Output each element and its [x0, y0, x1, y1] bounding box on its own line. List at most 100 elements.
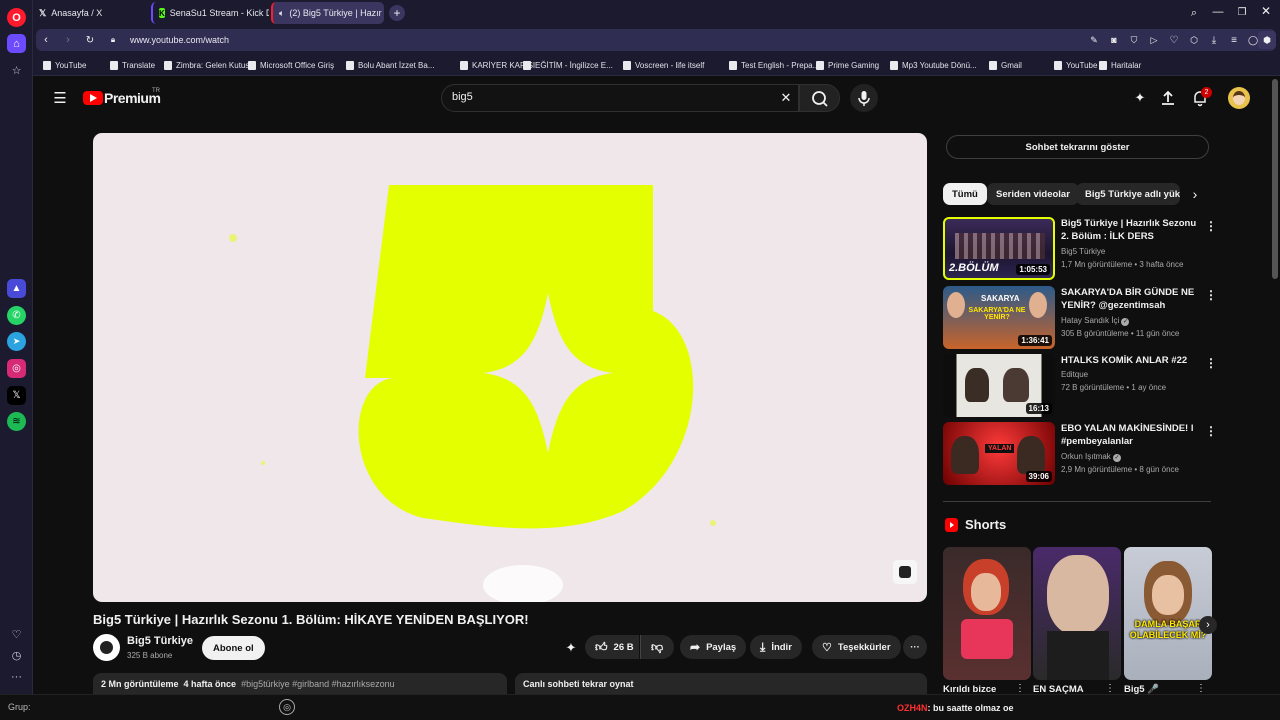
channel-avatar[interactable]: [93, 634, 120, 661]
bookmark-item[interactable]: Zimbra: Gelen Kutusu: [164, 54, 254, 76]
more-vertical-icon[interactable]: ⋮: [1105, 683, 1115, 694]
edit-icon[interactable]: ✎: [1087, 33, 1101, 47]
subscribe-button[interactable]: Abone ol: [202, 636, 265, 660]
like-button[interactable]: 👍︎ 26 B: [585, 635, 639, 659]
aria-icon[interactable]: ▲: [7, 279, 26, 298]
star-icon[interactable]: ☆: [7, 61, 26, 80]
description-box[interactable]: 2 Mn görüntüleme 4 hafta önce #big5türki…: [93, 673, 507, 694]
download-button[interactable]: ⤓ İndir: [750, 635, 802, 659]
more-icon[interactable]: ···: [7, 667, 26, 686]
search-button[interactable]: [799, 84, 840, 112]
search-tabs-icon[interactable]: ⌕: [1186, 5, 1202, 21]
more-vertical-icon[interactable]: ⋮: [1205, 288, 1217, 302]
chat-replay-box[interactable]: Canlı sohbeti tekrar oynat: [515, 673, 927, 694]
chevron-right-icon[interactable]: ›: [1186, 185, 1204, 203]
video-player[interactable]: [93, 133, 927, 602]
menu-icon[interactable]: ≡: [1227, 33, 1241, 47]
telegram-icon[interactable]: ➤: [7, 332, 26, 351]
bookmark-item[interactable]: Voscreen - life itself: [623, 54, 704, 76]
x-icon[interactable]: 𝕏: [7, 386, 26, 405]
account-avatar[interactable]: [1228, 87, 1250, 109]
bookmark-item[interactable]: Haritalar: [1099, 54, 1141, 76]
channel-name[interactable]: Big5 Türkiye: [127, 635, 193, 647]
upload-button[interactable]: [1159, 89, 1177, 107]
share-button[interactable]: ➦ Paylaş: [680, 635, 747, 659]
short-item[interactable]: DAMLA BAŞAR OLABİLECEK Mİ?: [1124, 547, 1212, 680]
cube-icon[interactable]: ⬡: [1187, 33, 1201, 47]
channel-watermark[interactable]: [893, 560, 917, 584]
chip-series[interactable]: Seriden videolar: [987, 183, 1079, 205]
heart-outline-icon[interactable]: ♡: [1167, 33, 1181, 47]
hamburger-menu-icon[interactable]: ☰: [52, 90, 68, 107]
search-box[interactable]: [441, 84, 799, 112]
history-icon[interactable]: ◷: [7, 646, 26, 665]
bookmark-item[interactable]: EĞİTİM - İngilizce E...: [523, 54, 613, 76]
short-item[interactable]: [1033, 547, 1121, 680]
scrollbar[interactable]: [1270, 77, 1280, 694]
tab-x[interactable]: 𝕏 Anasayfa / X: [33, 2, 151, 24]
new-tab-button[interactable]: +: [389, 5, 405, 21]
ai-sparkle-icon[interactable]: ✦: [563, 640, 579, 656]
chip-all[interactable]: Tümü: [943, 183, 987, 205]
recommendation-item[interactable]: SAKARYA SAKARYA'DA NE YENİR? 1:36:41 SAK…: [943, 286, 1217, 350]
bookmark-item[interactable]: Test English - Prepa...: [729, 54, 819, 76]
verified-icon: ✓: [1121, 318, 1130, 326]
short-item[interactable]: [943, 547, 1031, 680]
more-vertical-icon[interactable]: ⋮: [1205, 356, 1217, 370]
recommendation-item[interactable]: YALAN 39:06 EBO YALAN MAKİNESİNDE! l #pe…: [943, 422, 1217, 486]
recommendation-item[interactable]: 16:13 HTALKS KOMİK ANLAR #22 Editque 72 …: [943, 354, 1217, 418]
spotify-icon[interactable]: ≋: [7, 412, 26, 431]
group-icon[interactable]: ◎: [279, 699, 295, 715]
whatsapp-icon[interactable]: ✆: [7, 306, 26, 325]
bookmark-item[interactable]: YouTube: [1054, 54, 1097, 76]
bookmark-item[interactable]: YouTube: [43, 54, 86, 76]
url-text[interactable]: www.youtube.com/watch: [130, 35, 229, 45]
youtube-logo-icon[interactable]: [83, 91, 103, 105]
scrollbar-thumb[interactable]: [1272, 79, 1278, 279]
video-thumbnail[interactable]: 16:13: [943, 354, 1055, 417]
extensions-icon[interactable]: ⬢: [1258, 31, 1276, 49]
hashtags[interactable]: #big5türkiye #girlband #hazırlıksezonu: [241, 679, 395, 689]
shield-icon[interactable]: ⛉: [1127, 33, 1141, 47]
search-input[interactable]: big5: [452, 91, 473, 103]
bookmark-item[interactable]: Mp3 Youtube Dönü...: [890, 54, 977, 76]
more-vertical-icon[interactable]: ⋮: [1205, 424, 1217, 438]
create-icon[interactable]: ✦: [1131, 89, 1149, 107]
show-chat-replay-button[interactable]: Sohbet tekrarını göster: [946, 135, 1209, 159]
bookmark-item[interactable]: Translate: [110, 54, 155, 76]
close-window-button[interactable]: ✕: [1258, 3, 1274, 19]
more-vertical-icon[interactable]: ⋮: [1015, 683, 1025, 694]
dislike-button[interactable]: 👎︎: [640, 635, 674, 659]
bookmark-item[interactable]: Microsoft Office Giriş: [248, 54, 334, 76]
shorts-next-button[interactable]: ›: [1199, 616, 1217, 634]
video-thumbnail[interactable]: 2.BÖLÜM 1:05:53: [943, 217, 1055, 280]
bookmark-item[interactable]: Bolu Abant İzzet Ba...: [346, 54, 435, 76]
bookmark-item[interactable]: Prime Gaming: [816, 54, 879, 76]
download-icon[interactable]: ⤓: [1207, 33, 1221, 47]
recommendation-item[interactable]: 2.BÖLÜM 1:05:53 Big5 Türkiye | Hazırlık …: [943, 217, 1217, 281]
chip-channel[interactable]: Big5 Türkiye adlı yük: [1076, 183, 1180, 205]
tab-kick[interactable]: K SenaSu1 Stream - Kick Da: [151, 2, 269, 24]
voice-search-button[interactable]: [850, 84, 878, 112]
more-actions-button[interactable]: ···: [903, 635, 927, 659]
share-label: Paylaş: [706, 641, 737, 653]
clear-search-icon[interactable]: ✕: [778, 90, 794, 106]
forward-button[interactable]: ›: [61, 33, 75, 47]
back-button[interactable]: ‹: [39, 33, 53, 47]
more-vertical-icon[interactable]: ⋮: [1205, 219, 1217, 233]
thanks-button[interactable]: ♡ Teşekkürler: [812, 635, 901, 659]
bookmark-item[interactable]: Gmail: [989, 54, 1022, 76]
home-icon[interactable]: ⌂: [7, 34, 26, 53]
heart-icon[interactable]: ♡: [7, 625, 26, 644]
play-icon[interactable]: ▷: [1147, 33, 1161, 47]
camera-icon[interactable]: ◙: [1107, 33, 1121, 47]
instagram-icon[interactable]: ◎: [7, 359, 26, 378]
reload-button[interactable]: ↻: [83, 33, 97, 47]
video-thumbnail[interactable]: YALAN 39:06: [943, 422, 1055, 485]
tab-youtube[interactable]: 🔈︎ (2) Big5 Türkiye | Hazır: [271, 2, 384, 24]
opera-logo-icon[interactable]: O: [7, 8, 26, 27]
maximize-button[interactable]: ❐: [1234, 4, 1250, 20]
video-thumbnail[interactable]: SAKARYA SAKARYA'DA NE YENİR? 1:36:41: [943, 286, 1055, 349]
minimize-button[interactable]: —: [1210, 4, 1226, 20]
more-vertical-icon[interactable]: ⋮: [1196, 683, 1206, 694]
